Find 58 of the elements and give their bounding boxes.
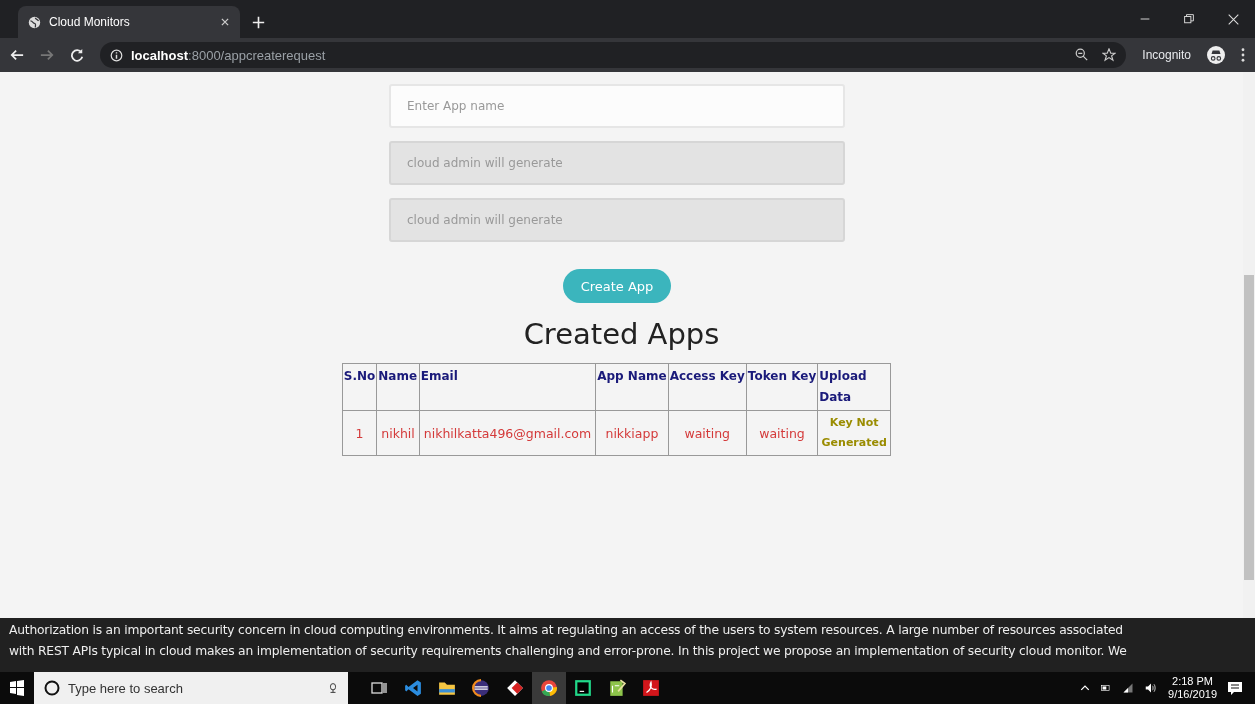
table-cell: nikkiapp [595,410,669,456]
menu-icon[interactable] [1241,48,1245,62]
time-text: 2:18 PM [1171,675,1214,688]
folder-icon[interactable] [438,679,456,697]
new-tab-icon[interactable] [251,15,265,29]
column-header: S.No [342,363,377,411]
tab-title: Cloud Monitors [49,15,131,29]
section-heading: Created Apps [523,317,720,351]
chevron-up-icon[interactable] [1080,683,1091,693]
table-cell: waiting [668,410,747,456]
task-view-icon[interactable] [371,680,387,696]
globe-icon [28,15,41,29]
code-editor-icon[interactable] [404,679,422,697]
pycharm-icon[interactable] [574,679,592,697]
back-icon[interactable] [10,48,24,62]
key-status-text: Key Not Generated [820,415,888,451]
zoom-icon[interactable] [1075,48,1089,61]
incognito-label: Incognito [1142,48,1191,62]
microphone-icon[interactable] [328,680,338,696]
info-icon [110,48,123,62]
restore-icon[interactable] [1184,14,1194,24]
reload-icon[interactable] [70,48,84,62]
footer-text: with REST APIs typical in cloud makes an implementation of security requirements challenging and error-prone. In this project we propose an implementation of security cloud monitor. We [9,643,1128,660]
chrome-icon[interactable] [540,679,558,697]
column-header: Token Key [746,363,818,411]
column-header: Email [419,363,596,411]
star-icon[interactable] [1102,48,1117,62]
cortana-icon [44,680,60,696]
pdf-icon[interactable] [642,679,660,697]
column-header: Name [376,363,420,411]
url-text: localhost:8000/appcreaterequest [131,47,326,63]
column-header: App Name [595,363,669,411]
table-cell: waiting [746,410,818,456]
date-text: 9/16/2019 [1168,688,1217,701]
table-cell: nikhilkatta496@gmail.com [419,410,596,456]
column-header: Upload Data [817,363,891,411]
notepad-icon[interactable] [608,679,626,697]
close-icon[interactable] [220,17,230,27]
table-cell: 1 [342,410,377,456]
windows-icon[interactable] [9,680,25,696]
footer-text: Authorization is an important security concern in cloud computing environments. It aims at regulating an access of the users to system resources. A large number of resources associated [9,622,1124,639]
browser-tab[interactable]: Cloud Monitors [18,6,240,38]
forward-icon[interactable] [40,48,54,62]
diamond-app-icon[interactable] [506,679,524,697]
column-header: Access Key [668,363,747,411]
battery-icon[interactable] [1100,683,1113,693]
notification-icon[interactable] [1227,680,1243,696]
address-bar[interactable]: localhost:8000/appcreaterequest [100,42,1127,68]
table-cell: nikhil [376,410,420,456]
incognito-icon [1207,46,1225,64]
taskbar-clock[interactable]: 2:18 PM 9/16/2019 [1168,675,1217,701]
taskbar-search-field[interactable]: Type here to search [34,672,348,704]
wifi-icon[interactable] [1122,682,1135,694]
eclipse-icon[interactable] [472,679,490,697]
search-placeholder: Type here to search [68,680,184,696]
close-icon[interactable] [1227,13,1239,25]
text-field[interactable]: Enter App name [389,84,845,128]
speaker-icon[interactable] [1144,682,1159,694]
